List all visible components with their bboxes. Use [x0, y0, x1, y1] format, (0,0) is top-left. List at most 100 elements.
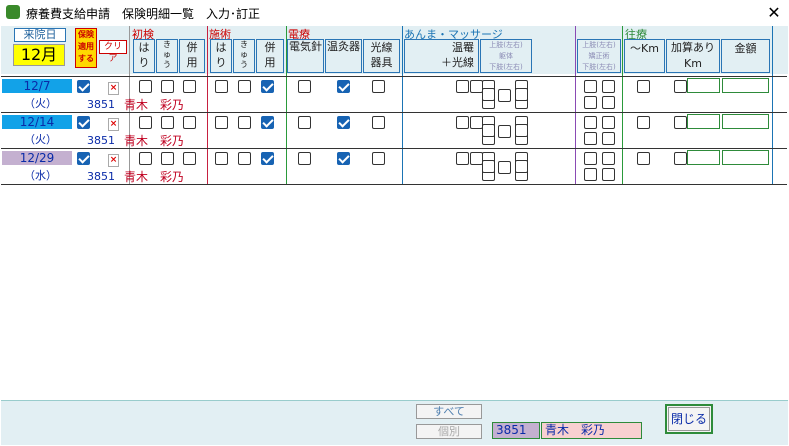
- delete-row-icon[interactable]: ×: [108, 154, 119, 167]
- visit-dow: （火）: [24, 97, 57, 110]
- upper-right-checkbox-2[interactable]: [515, 160, 528, 173]
- corr-lower-right-checkbox[interactable]: [602, 132, 615, 145]
- body-label: 躯体: [499, 52, 513, 60]
- insurance-apply-checkbox[interactable]: [77, 152, 90, 165]
- massage-warm-checkbox-1[interactable]: [456, 80, 469, 93]
- lower-limb-label: 下肢(左右): [489, 63, 523, 71]
- corr-lower-right-checkbox[interactable]: [602, 96, 615, 109]
- row-separator: [1, 112, 787, 113]
- treatment-combo-checkbox[interactable]: [261, 116, 274, 129]
- all-button[interactable]: すべて: [416, 404, 482, 419]
- travel-km-field[interactable]: [687, 150, 720, 165]
- travel-km-checkbox[interactable]: [637, 116, 650, 129]
- single-button[interactable]: 個別: [416, 424, 482, 439]
- upper-limb-label: 上肢(左右): [489, 41, 523, 49]
- travel-amount-field[interactable]: [722, 150, 769, 165]
- close-icon[interactable]: ✕: [763, 1, 785, 25]
- travel-extra-checkbox[interactable]: [674, 152, 687, 165]
- corr-upper-right-checkbox[interactable]: [602, 116, 615, 129]
- corr-lower-left-checkbox[interactable]: [584, 168, 597, 181]
- insurance-apply-checkbox[interactable]: [77, 116, 90, 129]
- initial-combo-checkbox[interactable]: [183, 80, 196, 93]
- corr-upper-left-checkbox[interactable]: [584, 116, 597, 129]
- visit-date[interactable]: 12/29: [2, 151, 72, 165]
- treatment-hari-checkbox[interactable]: [215, 152, 228, 165]
- travel-km-field[interactable]: [687, 78, 720, 93]
- treatment-hari-checkbox[interactable]: [215, 116, 228, 129]
- initial-kyu-header: き ゅ う: [156, 39, 178, 73]
- initial-hari-checkbox[interactable]: [139, 152, 152, 165]
- travel-km-checkbox[interactable]: [637, 152, 650, 165]
- upper-right-checkbox-2[interactable]: [515, 124, 528, 137]
- travel-km-field[interactable]: [687, 114, 720, 129]
- close-button[interactable]: 閉じる: [665, 404, 713, 434]
- electro-warm-header: 温灸器: [325, 39, 362, 73]
- visit-day-label: 来院日: [14, 28, 66, 42]
- patient-name: 青木 彩乃: [124, 98, 185, 112]
- corr-lower-right-checkbox[interactable]: [602, 168, 615, 181]
- corr-upper-right-checkbox[interactable]: [602, 80, 615, 93]
- corr-upper-left-checkbox[interactable]: [584, 80, 597, 93]
- row-separator: [1, 76, 787, 77]
- electro-light-checkbox[interactable]: [372, 116, 385, 129]
- corr-upper-right-checkbox[interactable]: [602, 152, 615, 165]
- initial-kyu-checkbox[interactable]: [161, 80, 174, 93]
- electro-needle-checkbox[interactable]: [298, 152, 311, 165]
- electro-warm-checkbox[interactable]: [337, 152, 350, 165]
- upper-left-checkbox-2[interactable]: [482, 160, 495, 173]
- travel-extra-header: 加算あり Km: [666, 39, 720, 73]
- travel-amount-field[interactable]: [722, 78, 769, 93]
- treatment-hari-checkbox[interactable]: [215, 80, 228, 93]
- electro-warm-checkbox[interactable]: [337, 116, 350, 129]
- initial-combo-header: 併 用: [179, 39, 205, 73]
- divider: [575, 26, 576, 184]
- treatment-kyu-checkbox[interactable]: [238, 80, 251, 93]
- correction-label: 矯正術: [588, 52, 610, 60]
- travel-km-checkbox[interactable]: [637, 80, 650, 93]
- initial-hari-checkbox[interactable]: [139, 80, 152, 93]
- electro-light-checkbox[interactable]: [372, 152, 385, 165]
- treatment-kyu-checkbox[interactable]: [238, 116, 251, 129]
- initial-kyu-checkbox[interactable]: [161, 116, 174, 129]
- corr-lower-left-checkbox[interactable]: [584, 96, 597, 109]
- row-separator: [1, 184, 787, 185]
- treatment-kyu-checkbox[interactable]: [238, 152, 251, 165]
- window-title: 療養費支給申請 保険明細一覧 入力･訂正: [26, 7, 261, 21]
- travel-amount-header: 金額: [721, 39, 770, 73]
- electro-needle-checkbox[interactable]: [298, 116, 311, 129]
- patient-name: 青木 彩乃: [124, 170, 185, 184]
- visit-date[interactable]: 12/7: [2, 79, 72, 93]
- delete-row-icon[interactable]: ×: [108, 82, 119, 95]
- upper-left-checkbox-2[interactable]: [482, 124, 495, 137]
- travel-extra-checkbox[interactable]: [674, 80, 687, 93]
- body-checkbox[interactable]: [498, 161, 511, 174]
- travel-extra-checkbox[interactable]: [674, 116, 687, 129]
- treatment-combo-header: 併 用: [256, 39, 284, 73]
- upper-left-checkbox-2[interactable]: [482, 88, 495, 101]
- treatment-combo-checkbox[interactable]: [261, 152, 274, 165]
- electro-needle-checkbox[interactable]: [298, 80, 311, 93]
- electro-light-checkbox[interactable]: [372, 80, 385, 93]
- corr-lower-left-checkbox[interactable]: [584, 132, 597, 145]
- initial-hari-checkbox[interactable]: [139, 116, 152, 129]
- body-checkbox[interactable]: [498, 125, 511, 138]
- initial-kyu-checkbox[interactable]: [161, 152, 174, 165]
- travel-amount-field[interactable]: [722, 114, 769, 129]
- visit-date[interactable]: 12/14: [2, 115, 72, 129]
- massage-warm-checkbox-1[interactable]: [456, 116, 469, 129]
- patient-id: 3851: [87, 134, 115, 147]
- electro-warm-checkbox[interactable]: [337, 80, 350, 93]
- initial-combo-checkbox[interactable]: [183, 116, 196, 129]
- massage-body-header: 上肢(左右) 躯体 下肢(左右): [480, 39, 532, 73]
- massage-warm-checkbox-1[interactable]: [456, 152, 469, 165]
- delete-row-icon[interactable]: ×: [108, 118, 119, 131]
- insurance-apply-button[interactable]: 保険 適用 する: [75, 28, 97, 68]
- body-checkbox[interactable]: [498, 89, 511, 102]
- insurance-apply-checkbox[interactable]: [77, 80, 90, 93]
- initial-combo-checkbox[interactable]: [183, 152, 196, 165]
- clear-button[interactable]: クリア: [99, 40, 127, 64]
- treatment-combo-checkbox[interactable]: [261, 80, 274, 93]
- upper-limb-label-2: 上肢(左右): [582, 41, 616, 49]
- corr-upper-left-checkbox[interactable]: [584, 152, 597, 165]
- upper-right-checkbox-2[interactable]: [515, 88, 528, 101]
